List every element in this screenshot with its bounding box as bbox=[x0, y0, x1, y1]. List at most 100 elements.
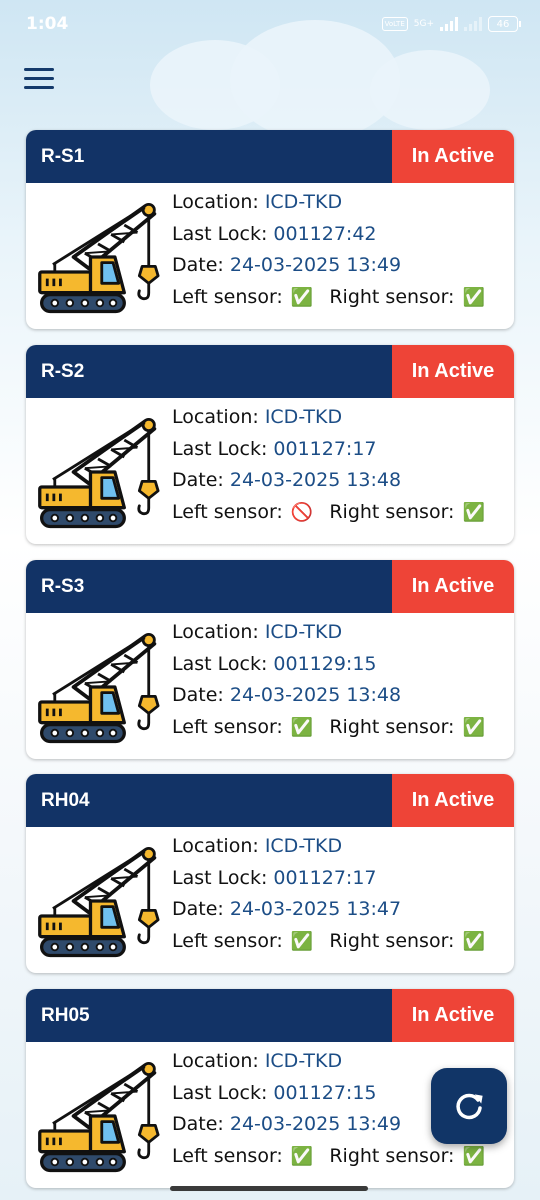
card-header: R-S1 In Active bbox=[26, 130, 514, 183]
last-lock-value: 001129:15 bbox=[273, 652, 377, 675]
crane-icon bbox=[37, 202, 160, 314]
crane-info: Location: ICD-TKD Last Lock: 001127:17 D… bbox=[172, 402, 506, 528]
crane-name: RH04 bbox=[26, 774, 392, 827]
status-badge: In Active bbox=[392, 345, 514, 398]
sensor-row: Left sensor: ✅ Right sensor: ✅ bbox=[172, 926, 506, 958]
signal-strength-icon bbox=[440, 17, 458, 31]
last-lock-value: 001127:42 bbox=[273, 222, 377, 245]
location-label: Location: bbox=[172, 1050, 259, 1072]
volte-badge: VoLTE bbox=[381, 17, 408, 31]
last-lock-value: 001127:17 bbox=[273, 866, 377, 889]
battery-icon: 46 bbox=[488, 16, 521, 32]
crane-name: R-S1 bbox=[26, 130, 392, 183]
crane-card[interactable]: RH04 In Active Location: ICD-TKD Last Lo… bbox=[26, 774, 514, 973]
status-bar: 1:04 VoLTE 5G+ 46 bbox=[0, 0, 540, 48]
crane-card[interactable]: R-S1 In Active Location: ICD-TKD Last Lo… bbox=[26, 130, 514, 329]
left-sensor-status-icon: ✅ bbox=[290, 716, 314, 738]
right-sensor-status-icon: ✅ bbox=[462, 501, 485, 523]
crane-icon bbox=[37, 1061, 160, 1173]
status-badge: In Active bbox=[392, 560, 514, 613]
hamburger-menu-icon[interactable] bbox=[24, 68, 54, 92]
date-value: 24-03-2025 13:49 bbox=[229, 1113, 402, 1135]
last-lock-label: Last Lock: bbox=[172, 866, 268, 889]
crane-name: R-S2 bbox=[26, 345, 392, 398]
card-header: R-S3 In Active bbox=[26, 560, 514, 613]
card-body: Location: ICD-TKD Last Lock: 001127:17 D… bbox=[26, 827, 514, 973]
last-lock-label: Last Lock: bbox=[172, 1081, 268, 1104]
card-body: Location: ICD-TKD Last Lock: 001127:42 D… bbox=[26, 183, 514, 329]
left-sensor-label: Left sensor: bbox=[172, 285, 283, 308]
status-time: 1:04 bbox=[26, 14, 69, 34]
refresh-button[interactable] bbox=[431, 1068, 507, 1144]
crane-info: Location: ICD-TKD Last Lock: 001127:42 D… bbox=[172, 187, 506, 313]
crane-name: RH05 bbox=[26, 989, 392, 1042]
last-lock-label: Last Lock: bbox=[172, 652, 268, 675]
date-label: Date: bbox=[172, 469, 224, 491]
sensor-row: Left sensor: ✅ Right sensor: ✅ bbox=[172, 712, 506, 744]
right-sensor-label: Right sensor: bbox=[329, 500, 455, 523]
right-sensor-label: Right sensor: bbox=[329, 929, 455, 952]
last-lock-row: Last Lock: 001129:15 bbox=[172, 649, 506, 681]
last-lock-row: Last Lock: 001127:17 bbox=[172, 434, 506, 466]
sensor-row: Left sensor: 🚫 Right sensor: ✅ bbox=[172, 497, 506, 529]
card-header: RH05 In Active bbox=[26, 989, 514, 1042]
crane-name: R-S3 bbox=[26, 560, 392, 613]
refresh-icon bbox=[456, 1093, 483, 1120]
location-label: Location: bbox=[172, 835, 259, 857]
card-body: Location: ICD-TKD Last Lock: 001129:15 D… bbox=[26, 613, 514, 759]
right-sensor-status-icon: ✅ bbox=[462, 286, 485, 308]
last-lock-row: Last Lock: 001127:42 bbox=[172, 219, 506, 251]
left-sensor-status-icon: ✅ bbox=[290, 286, 314, 308]
location-value: ICD-TKD bbox=[264, 621, 343, 643]
date-value: 24-03-2025 13:48 bbox=[229, 469, 402, 491]
location-label: Location: bbox=[172, 191, 259, 213]
date-row: Date: 24-03-2025 13:48 bbox=[172, 465, 506, 497]
right-sensor-label: Right sensor: bbox=[329, 715, 455, 738]
last-lock-value: 001127:17 bbox=[273, 437, 377, 460]
crane-icon bbox=[37, 417, 160, 529]
left-sensor-status-icon: ✅ bbox=[290, 930, 314, 952]
crane-icon bbox=[37, 632, 160, 744]
last-lock-row: Last Lock: 001127:17 bbox=[172, 863, 506, 895]
location-label: Location: bbox=[172, 406, 259, 428]
left-sensor-status-icon: 🚫 bbox=[290, 501, 314, 523]
location-label: Location: bbox=[172, 621, 259, 643]
last-lock-label: Last Lock: bbox=[172, 437, 268, 460]
date-value: 24-03-2025 13:49 bbox=[229, 254, 402, 276]
left-sensor-label: Left sensor: bbox=[172, 929, 283, 952]
status-badge: In Active bbox=[392, 774, 514, 827]
left-sensor-label: Left sensor: bbox=[172, 715, 283, 738]
right-sensor-status-icon: ✅ bbox=[462, 1145, 485, 1167]
card-body: Location: ICD-TKD Last Lock: 001127:17 D… bbox=[26, 398, 514, 544]
sensor-row: Left sensor: ✅ Right sensor: ✅ bbox=[172, 282, 506, 314]
card-header: RH04 In Active bbox=[26, 774, 514, 827]
home-indicator[interactable] bbox=[170, 1186, 368, 1191]
location-value: ICD-TKD bbox=[264, 406, 343, 428]
date-row: Date: 24-03-2025 13:47 bbox=[172, 894, 506, 926]
crane-icon bbox=[37, 846, 160, 958]
card-header: R-S2 In Active bbox=[26, 345, 514, 398]
left-sensor-label: Left sensor: bbox=[172, 1144, 283, 1167]
location-value: ICD-TKD bbox=[264, 1050, 343, 1072]
status-badge: In Active bbox=[392, 989, 514, 1042]
crane-card[interactable]: R-S2 In Active Location: ICD-TKD Last Lo… bbox=[26, 345, 514, 544]
location-row: Location: ICD-TKD bbox=[172, 831, 506, 863]
crane-card[interactable]: R-S3 In Active Location: ICD-TKD Last Lo… bbox=[26, 560, 514, 759]
status-badge: In Active bbox=[392, 130, 514, 183]
date-label: Date: bbox=[172, 898, 224, 920]
network-type-label: 5G+ bbox=[413, 18, 434, 29]
left-sensor-label: Left sensor: bbox=[172, 500, 283, 523]
right-sensor-status-icon: ✅ bbox=[462, 716, 485, 738]
battery-level: 46 bbox=[496, 18, 510, 30]
location-row: Location: ICD-TKD bbox=[172, 402, 506, 434]
date-label: Date: bbox=[172, 1113, 224, 1135]
last-lock-value: 001127:15 bbox=[273, 1081, 377, 1104]
date-label: Date: bbox=[172, 254, 224, 276]
signal-strength-2-icon bbox=[464, 17, 482, 31]
date-value: 24-03-2025 13:47 bbox=[229, 898, 402, 920]
date-row: Date: 24-03-2025 13:48 bbox=[172, 680, 506, 712]
last-lock-label: Last Lock: bbox=[172, 222, 268, 245]
right-sensor-status-icon: ✅ bbox=[462, 930, 485, 952]
right-sensor-label: Right sensor: bbox=[329, 1144, 455, 1167]
background-cloud bbox=[370, 50, 490, 130]
